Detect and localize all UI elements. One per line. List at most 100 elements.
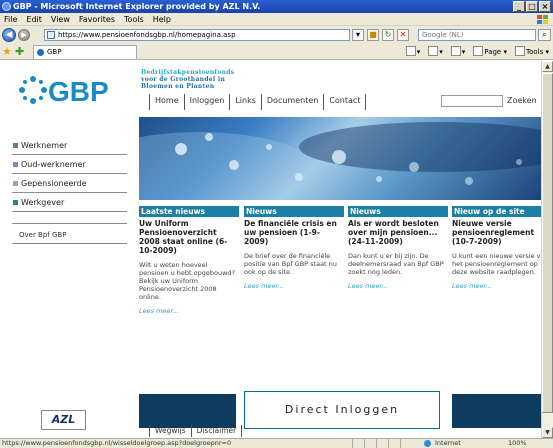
- close-button[interactable]: ×: [539, 1, 551, 12]
- logo-text: GBP: [48, 76, 109, 107]
- menu-help[interactable]: Help: [153, 13, 171, 25]
- globe-icon: [424, 440, 431, 447]
- sidenav-gepensioneerde-label: Gepensioneerde: [21, 179, 87, 188]
- sidenav-about[interactable]: Over Bpf GBP: [12, 224, 127, 244]
- site-search-label[interactable]: Zoeken: [507, 96, 537, 105]
- news-column-latest: Laatste nieuws Uw Uniform Pensioenoverzi…: [139, 206, 239, 315]
- news-body: Dan kunt u er bij zijn. De deelnemersraa…: [348, 252, 444, 276]
- top-navigation: Home Inloggen Links Documenten Contact: [149, 94, 367, 110]
- tools-menu[interactable]: Tools ▾: [515, 46, 549, 58]
- status-cells: [352, 439, 412, 448]
- tools-menu-label: Tools: [526, 48, 544, 56]
- home-icon[interactable]: ▾: [405, 46, 420, 58]
- menu-tools[interactable]: Tools: [124, 13, 144, 25]
- menu-view[interactable]: View: [51, 13, 70, 25]
- feeds-icon[interactable]: ▾: [428, 46, 443, 58]
- direct-login-button[interactable]: Direct Inloggen: [244, 391, 440, 429]
- status-cell: [400, 439, 412, 448]
- lock-icon[interactable]: ■: [367, 29, 379, 41]
- news-column-new-on-site: Nieuw op de site Nieuwe versie pensioenr…: [452, 206, 552, 290]
- scroll-thumb[interactable]: [542, 73, 553, 413]
- banner-image: [139, 117, 553, 200]
- footer-wegwijs[interactable]: Wegwijs: [149, 425, 192, 437]
- status-cell: [388, 439, 400, 448]
- tab-bar: ★ ✚ GBP ▾ ▾ ▾ Page ▾ Tools ▾: [0, 44, 553, 60]
- tagline-line-3: Bloemen en Planten: [141, 83, 215, 90]
- vertical-scrollbar[interactable]: ▲ ▼: [541, 61, 553, 438]
- zone-label: Internet: [435, 439, 461, 447]
- scroll-up-icon[interactable]: ▲: [542, 61, 553, 72]
- read-more-link[interactable]: Lees meer...: [139, 307, 239, 315]
- news-title[interactable]: Nieuwe versie pensioenreglement (10-7-20…: [452, 219, 552, 246]
- status-url: https://www.pensioenfondsgbp.nl/wisseldo…: [2, 439, 232, 447]
- page-menu[interactable]: Page ▾: [473, 46, 507, 58]
- minimize-button[interactable]: _: [513, 1, 525, 12]
- menu-favorites[interactable]: Favorites: [79, 13, 115, 25]
- tagline: Bedrijfstakpensioenfonds voor de Grootha…: [141, 69, 234, 90]
- favorites-star-icon[interactable]: ★: [2, 46, 13, 57]
- menu-file[interactable]: File: [4, 13, 17, 25]
- news-title[interactable]: Uw Uniform Pensioenoverzicht 2008 staat …: [139, 219, 239, 255]
- site-search-input[interactable]: [441, 95, 503, 107]
- window-title: GBP - Microsoft Internet Explorer provid…: [13, 2, 261, 11]
- nav-home[interactable]: Home: [149, 94, 185, 110]
- gbp-logo[interactable]: GBP: [18, 70, 118, 110]
- refresh-icon[interactable]: ↻: [382, 29, 394, 41]
- url-text: https://www.pensioenfondsgbp.nl/homepagi…: [58, 31, 236, 39]
- dropdown-icon[interactable]: ▾: [352, 29, 364, 41]
- news-title[interactable]: De financiële crisis en uw pensioen (1-9…: [244, 219, 344, 246]
- title-bar: GBP - Microsoft Internet Explorer provid…: [0, 0, 553, 13]
- command-bar: ▾ ▾ ▾ Page ▾ Tools ▾: [405, 46, 549, 58]
- url-field[interactable]: https://www.pensioenfondsgbp.nl/homepagi…: [44, 29, 350, 41]
- sidenav-gepensioneerde[interactable]: Gepensioneerde: [12, 174, 127, 193]
- column-heading: Nieuws: [348, 206, 448, 217]
- scroll-down-icon[interactable]: ▼: [542, 427, 553, 438]
- column-heading: Nieuws: [244, 206, 344, 217]
- back-icon[interactable]: ◀: [2, 28, 16, 42]
- sidenav-divider: [12, 212, 127, 224]
- search-go-icon[interactable]: ⌕: [538, 29, 551, 41]
- maximize-button[interactable]: □: [526, 1, 538, 12]
- menu-bar: File Edit View Favorites Tools Help: [0, 13, 553, 26]
- menu-edit[interactable]: Edit: [26, 13, 42, 25]
- tagline-line-2: voor de Groothandel in: [141, 76, 226, 83]
- status-cell: [364, 439, 376, 448]
- sidenav-werkgever[interactable]: Werkgever: [12, 193, 127, 212]
- nav-inloggen[interactable]: Inloggen: [183, 94, 231, 110]
- azl-logo[interactable]: AZL: [41, 410, 86, 430]
- search-input[interactable]: Google (NL): [418, 29, 536, 41]
- print-icon[interactable]: ▾: [450, 46, 465, 58]
- security-zone: Internet: [423, 439, 461, 448]
- column-heading: Nieuw op de site: [452, 206, 552, 217]
- bottom-banner-right[interactable]: [452, 394, 552, 428]
- address-bar: ◀ ▶ https://www.pensioenfondsgbp.nl/home…: [0, 26, 553, 44]
- address-tools: ▾ ■ ↻ ✕: [352, 29, 409, 41]
- zoom-level[interactable]: 100%: [508, 439, 527, 448]
- nav-contact[interactable]: Contact: [323, 94, 367, 110]
- sidenav-oud-werknemer-label: Oud-werknemer: [21, 160, 86, 169]
- tab-gbp[interactable]: GBP: [33, 45, 137, 59]
- read-more-link[interactable]: Lees meer...: [452, 282, 552, 290]
- forward-icon[interactable]: ▶: [18, 29, 30, 41]
- bullet-icon: [13, 181, 18, 186]
- stop-icon[interactable]: ✕: [397, 29, 409, 41]
- footer-disclaimer[interactable]: Disclaimer: [190, 425, 243, 437]
- nav-links[interactable]: Links: [229, 94, 262, 110]
- nav-documenten[interactable]: Documenten: [260, 94, 325, 110]
- bullet-icon: [13, 200, 18, 205]
- news-column-2: Nieuws De financiële crisis en uw pensio…: [244, 206, 344, 290]
- page-menu-label: Page: [484, 48, 502, 56]
- read-more-link[interactable]: Lees meer...: [244, 282, 344, 290]
- column-heading: Laatste nieuws: [139, 206, 239, 217]
- add-favorites-icon[interactable]: ✚: [15, 46, 26, 57]
- bullet-icon: [13, 143, 18, 148]
- news-body: U kunt een nieuwe versie van het pensioe…: [452, 252, 549, 276]
- window-controls: _ □ ×: [513, 1, 551, 12]
- read-more-link[interactable]: Lees meer...: [348, 282, 448, 290]
- browser-window: GBP - Microsoft Internet Explorer provid…: [0, 0, 553, 448]
- sidenav-werknemer[interactable]: Werknemer: [12, 136, 127, 155]
- news-title[interactable]: Als er wordt besloten over mijn pensioen…: [348, 219, 448, 246]
- sidenav-oud-werknemer[interactable]: Oud-werknemer: [12, 155, 127, 174]
- bottom-banner-left[interactable]: [139, 394, 236, 428]
- site-favicon-icon: [37, 49, 44, 56]
